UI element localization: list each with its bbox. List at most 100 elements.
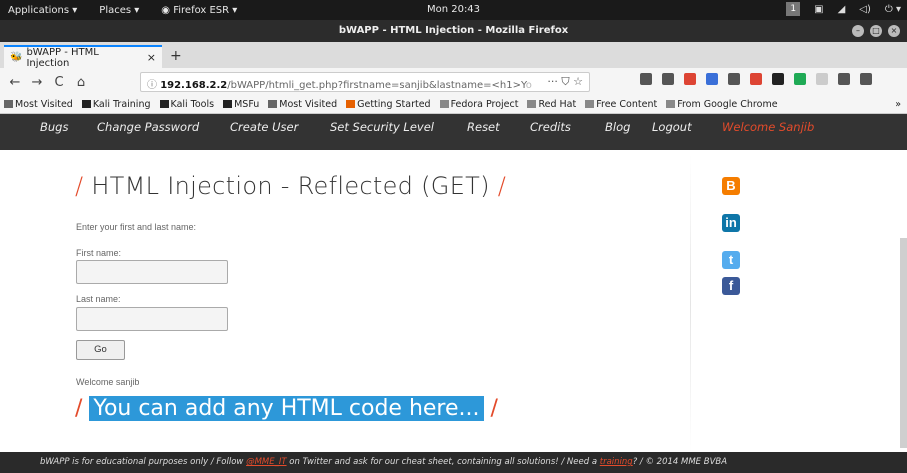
toolbar-extension-icon[interactable] xyxy=(772,73,784,85)
network-icon[interactable]: ◢ xyxy=(838,4,846,15)
bookmarks-overflow-button[interactable]: » xyxy=(895,99,901,110)
bookmark-item[interactable]: Kali Tools xyxy=(159,99,215,110)
first-name-input[interactable] xyxy=(76,260,228,284)
site-nav-item[interactable]: Blog xyxy=(605,120,630,134)
bookmark-label: Free Content xyxy=(596,99,658,110)
site-nav-item[interactable]: Create User xyxy=(230,120,298,134)
bee-favicon-icon: 🐝 xyxy=(10,52,23,63)
bookmark-item[interactable]: Most Visited xyxy=(4,99,73,110)
site-welcome-user: Welcome Sanjib xyxy=(722,120,815,134)
training-link[interactable]: training xyxy=(600,457,633,467)
url-host: 192.168.2.2 xyxy=(160,80,228,91)
toolbar-extension-icon[interactable] xyxy=(860,73,872,85)
toolbar-extension-icon[interactable] xyxy=(816,73,828,85)
site-nav-item[interactable]: Credits xyxy=(530,120,571,134)
workspace-indicator[interactable]: 1 xyxy=(786,2,801,16)
firefox-menu-label: Firefox ESR ▾ xyxy=(173,4,238,16)
facebook-icon[interactable]: f xyxy=(722,277,740,295)
navigation-toolbar: ← → C ⌂ ⓘ 192.168.2.2/bWAPP/htmli_get.ph… xyxy=(0,68,907,96)
bookmark-star-icon[interactable]: ☆ xyxy=(573,75,583,88)
toolbar-extension-icon[interactable] xyxy=(706,73,718,85)
toolbar-extension-icon[interactable] xyxy=(684,73,696,85)
site-nav: Bugs Change Password Create User Set Securi… xyxy=(0,114,907,150)
applications-menu[interactable]: Applications ▾ xyxy=(8,5,77,16)
url-actions: ··· ⛉ ☆ xyxy=(547,75,583,89)
folder-icon xyxy=(666,100,676,108)
back-button[interactable]: ← xyxy=(4,75,26,90)
bookmark-item[interactable]: MSFu xyxy=(223,99,259,110)
gear-icon xyxy=(4,100,13,108)
bookmark-label: Kali Tools xyxy=(170,99,215,110)
forward-button[interactable]: → xyxy=(26,75,48,90)
bookmark-item[interactable]: Red Hat xyxy=(527,99,576,110)
site-nav-item[interactable]: Reset xyxy=(467,120,500,134)
screenshot-icon[interactable]: ▣ xyxy=(814,4,823,15)
toolbar-extension-icon[interactable] xyxy=(662,73,674,85)
kali-icon xyxy=(159,100,169,108)
twitter-icon[interactable]: t xyxy=(722,251,740,269)
tab-bwapp[interactable]: 🐝 bWAPP - HTML Injection × xyxy=(4,45,162,69)
system-tray: 1 ▣ ◢ ◁) ⏻ ▾ xyxy=(786,2,901,16)
minimize-button[interactable]: – xyxy=(852,25,864,37)
linkedin-icon[interactable]: in xyxy=(722,214,740,232)
places-menu[interactable]: Places ▾ xyxy=(99,5,139,16)
web-page: Bugs Change Password Create User Set Securi… xyxy=(0,114,907,473)
url-path: /bWAPP/htmli_get.php?firstname=sanjib&la… xyxy=(227,80,526,91)
url-bar[interactable]: ⓘ 192.168.2.2/bWAPP/htmli_get.php?firstn… xyxy=(140,72,590,92)
site-nav-item[interactable]: Logout xyxy=(652,120,692,134)
title-slash-right: / xyxy=(497,172,507,200)
bookmark-label: Most Visited xyxy=(279,99,338,110)
bookmark-item[interactable]: Getting Started xyxy=(346,99,431,110)
bookmark-label: Getting Started xyxy=(357,99,431,110)
page-actions-button[interactable]: ··· xyxy=(547,75,558,88)
bookmark-label: Fedora Project xyxy=(450,99,519,110)
maximize-button[interactable]: □ xyxy=(870,25,882,37)
page-title: / HTML Injection - Reflected (GET) / xyxy=(75,172,506,200)
go-button[interactable]: Go xyxy=(76,340,125,360)
bookmark-item[interactable]: From Google Chrome xyxy=(666,99,778,110)
page-scrollbar[interactable] xyxy=(900,238,907,448)
reload-button[interactable]: C xyxy=(48,75,70,90)
toolbar-extension-icon[interactable] xyxy=(794,73,806,85)
close-window-button[interactable]: × xyxy=(888,25,900,37)
bookmarks-toolbar: Most Visited Kali Training Kali Tools MSFu M… xyxy=(0,96,907,114)
bookmark-item[interactable]: Fedora Project xyxy=(439,99,519,110)
bookmark-label: Kali Training xyxy=(92,99,151,110)
system-top-bar: Applications ▾ Places ▾ ◉ Firefox ESR ▾ … xyxy=(0,0,907,20)
toolbar-icons xyxy=(640,73,872,85)
close-tab-icon[interactable]: × xyxy=(147,51,156,64)
power-icon[interactable]: ⏻ ▾ xyxy=(885,4,901,15)
toolbar-extension-icon[interactable] xyxy=(838,73,850,85)
firefox-menu-icon: ◉ xyxy=(161,4,171,16)
site-nav-item[interactable]: Change Password xyxy=(97,120,199,134)
site-nav-item[interactable]: Set Security Level xyxy=(330,120,434,134)
toolbar-extension-icon[interactable] xyxy=(640,73,652,85)
volume-icon[interactable]: ◁) xyxy=(859,4,871,15)
firefox-app-menu[interactable]: ◉ Firefox ESR ▾ xyxy=(161,5,237,16)
first-name-label: First name: xyxy=(76,248,122,258)
site-nav-item[interactable]: Bugs xyxy=(40,120,68,134)
url-fade: o xyxy=(525,80,532,91)
form-intro: Enter your first and last name: xyxy=(76,222,197,232)
toolbar-extension-icon[interactable] xyxy=(750,73,762,85)
bookmark-label: MSFu xyxy=(234,99,260,110)
bookmark-item[interactable]: Free Content xyxy=(585,99,657,110)
bookmark-label: Red Hat xyxy=(538,99,577,110)
sidebar-divider xyxy=(690,154,691,454)
bookmark-item[interactable]: Kali Training xyxy=(81,99,151,110)
folder-icon xyxy=(439,100,449,108)
last-name-label: Last name: xyxy=(76,294,121,304)
info-icon[interactable]: ⓘ xyxy=(147,80,157,91)
new-tab-button[interactable]: + xyxy=(170,48,182,64)
bookmark-item[interactable]: Most Visited xyxy=(268,99,337,110)
tab-bar: 🐝 bWAPP - HTML Injection × + xyxy=(0,42,907,69)
injected-slash-right: / xyxy=(490,396,498,421)
home-button[interactable]: ⌂ xyxy=(70,75,92,90)
last-name-input[interactable] xyxy=(76,307,228,331)
pocket-icon[interactable]: ⛉ xyxy=(561,75,569,88)
twitter-link[interactable]: @MME_IT xyxy=(246,457,287,467)
footer-text-2: on Twitter and ask for our cheat sheet, … xyxy=(289,457,598,467)
toolbar-extension-icon[interactable] xyxy=(728,73,740,85)
welcome-message: Welcome sanjib xyxy=(76,377,140,387)
blogger-icon[interactable]: B xyxy=(722,177,740,195)
